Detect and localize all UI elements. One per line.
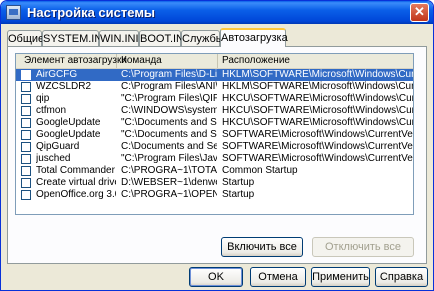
startup-item-name: jusched: [36, 153, 71, 164]
help-button[interactable]: Справка: [375, 267, 428, 287]
ok-button[interactable]: OK: [189, 267, 243, 287]
list-item[interactable]: AirGCFG C:\Program Files\D-Lin... HKLM\SOF…: [16, 69, 413, 81]
startup-item-location: Startup: [222, 177, 255, 188]
enable-checkbox[interactable]: [21, 142, 31, 152]
startup-item-location: Common Startup: [222, 165, 298, 176]
tab-win-ini[interactable]: WIN.INI: [99, 30, 139, 46]
title-bar[interactable]: Настройка системы ✕: [1, 1, 433, 24]
startup-item-name: GoogleUpdate: [36, 117, 101, 128]
startup-list[interactable]: Элемент автозагрузки Команда Расположени…: [15, 53, 414, 215]
enable-checkbox[interactable]: [21, 130, 31, 140]
startup-item-command: C:\Program Files\D-Lin...: [121, 69, 217, 80]
startup-item-command: C:\Program Files\ANI\...: [121, 81, 217, 92]
list-item[interactable]: GoogleUpdate "C:\Documents and Se... HKCU\…: [16, 117, 413, 129]
startup-item-command: C:\Documents and Set...: [121, 141, 217, 152]
startup-item-location: HKCU\SOFTWARE\Microsoft\Windows\CurrentV…: [222, 93, 413, 104]
startup-item-command: "C:\Documents and Se...: [121, 117, 217, 128]
startup-item-location: Startup: [222, 189, 255, 200]
enable-checkbox[interactable]: [21, 190, 31, 200]
column-header-item[interactable]: Элемент автозагрузки: [16, 54, 127, 68]
startup-item-name: Total Commander: [36, 165, 115, 176]
startup-item-command: C:\WINDOWS\system...: [121, 105, 217, 116]
system-config-window: Настройка системы ✕ Общие SYSTEM.INI WIN…: [0, 0, 434, 291]
startup-item-location: SOFTWARE\Microsoft\Windows\CurrentVersio…: [222, 141, 413, 152]
startup-item-command: "C:\Program Files\Jav...: [121, 153, 217, 164]
startup-item-name: OpenOffice.org 3.0: [36, 189, 116, 200]
startup-item-name: WZCSLDR2: [36, 81, 92, 92]
list-item[interactable]: ctfmon C:\WINDOWS\system... HKCU\SOFTWARE\…: [16, 105, 413, 117]
list-header: Элемент автозагрузки Команда Расположени…: [16, 54, 413, 69]
enable-checkbox[interactable]: [21, 106, 31, 116]
startup-item-command: C:\PROGRA~1\TOTAL...: [121, 165, 217, 176]
tab-services[interactable]: Службы: [181, 30, 224, 46]
window-icon: [6, 5, 21, 20]
enable-checkbox[interactable]: [21, 82, 31, 92]
enable-all-button[interactable]: Включить все: [221, 237, 303, 257]
enable-checkbox[interactable]: [21, 154, 31, 164]
window-title: Настройка системы: [27, 5, 156, 20]
tab-boot-ini[interactable]: BOOT.INI: [139, 30, 187, 46]
startup-item-name: QipGuard: [36, 141, 80, 152]
enable-checkbox[interactable]: [21, 166, 31, 176]
startup-item-command: "C:\Program Files\QIP ...: [121, 93, 217, 104]
list-item[interactable]: jusched "C:\Program Files\Jav... SOFTWARE\…: [16, 153, 413, 165]
startup-item-location: HKLM\SOFTWARE\Microsoft\Windows\CurrentV…: [222, 69, 413, 80]
startup-item-location: SOFTWARE\Microsoft\Windows\CurrentVersio…: [222, 153, 413, 164]
startup-item-command: C:\PROGRA~1\OPEN...: [121, 189, 217, 200]
list-item[interactable]: qip "C:\Program Files\QIP ... HKCU\SOFTWAR…: [16, 93, 413, 105]
tab-startup[interactable]: Автозагрузка: [220, 28, 288, 47]
apply-button[interactable]: Применить: [311, 267, 370, 287]
list-item[interactable]: GoogleUpdate "C:\Documents and Se... SOFTW…: [16, 129, 413, 141]
disable-all-button[interactable]: Отключить все: [312, 237, 414, 257]
tab-system-ini[interactable]: SYSTEM.INI: [42, 30, 105, 46]
startup-item-command: "C:\Documents and Se...: [121, 129, 217, 140]
list-rows: AirGCFG C:\Program Files\D-Lin... HKLM\SOF…: [16, 69, 413, 201]
startup-item-name: Create virtual drive...: [36, 177, 116, 188]
list-item[interactable]: OpenOffice.org 3.0 C:\PROGRA~1\OPEN... Sta…: [16, 189, 413, 201]
enable-checkbox[interactable]: [21, 118, 31, 128]
column-header-location[interactable]: Расположение: [218, 54, 413, 68]
startup-item-command: D:\WEBSER~1\denwe...: [121, 177, 217, 188]
startup-item-location: HKLM\SOFTWARE\Microsoft\Windows\CurrentV…: [222, 81, 413, 92]
list-item[interactable]: Total Commander C:\PROGRA~1\TOTAL... Commo…: [16, 165, 413, 177]
startup-item-name: GoogleUpdate: [36, 129, 101, 140]
enable-checkbox[interactable]: [21, 94, 31, 104]
startup-item-name: ctfmon: [36, 105, 67, 116]
column-header-command[interactable]: Команда: [117, 54, 218, 68]
list-item[interactable]: QipGuard C:\Documents and Set... SOFTWARE\…: [16, 141, 413, 153]
enable-checkbox[interactable]: [21, 70, 31, 80]
tab-general[interactable]: Общие: [7, 30, 44, 46]
list-item[interactable]: WZCSLDR2 C:\Program Files\ANI\... HKLM\SOF…: [16, 81, 413, 93]
startup-item-location: HKCU\SOFTWARE\Microsoft\Windows\CurrentV…: [222, 117, 413, 128]
startup-item-name: AirGCFG: [36, 69, 78, 80]
enable-checkbox[interactable]: [21, 178, 31, 188]
startup-item-name: qip: [36, 93, 50, 104]
startup-item-location: HKCU\SOFTWARE\Microsoft\Windows\CurrentV…: [222, 105, 413, 116]
startup-item-location: SOFTWARE\Microsoft\Windows\CurrentVersio…: [222, 129, 413, 140]
close-button[interactable]: ✕: [410, 3, 429, 22]
list-item[interactable]: Create virtual drive... D:\WEBSER~1\denwe…: [16, 177, 413, 189]
cancel-button[interactable]: Отмена: [250, 267, 306, 287]
